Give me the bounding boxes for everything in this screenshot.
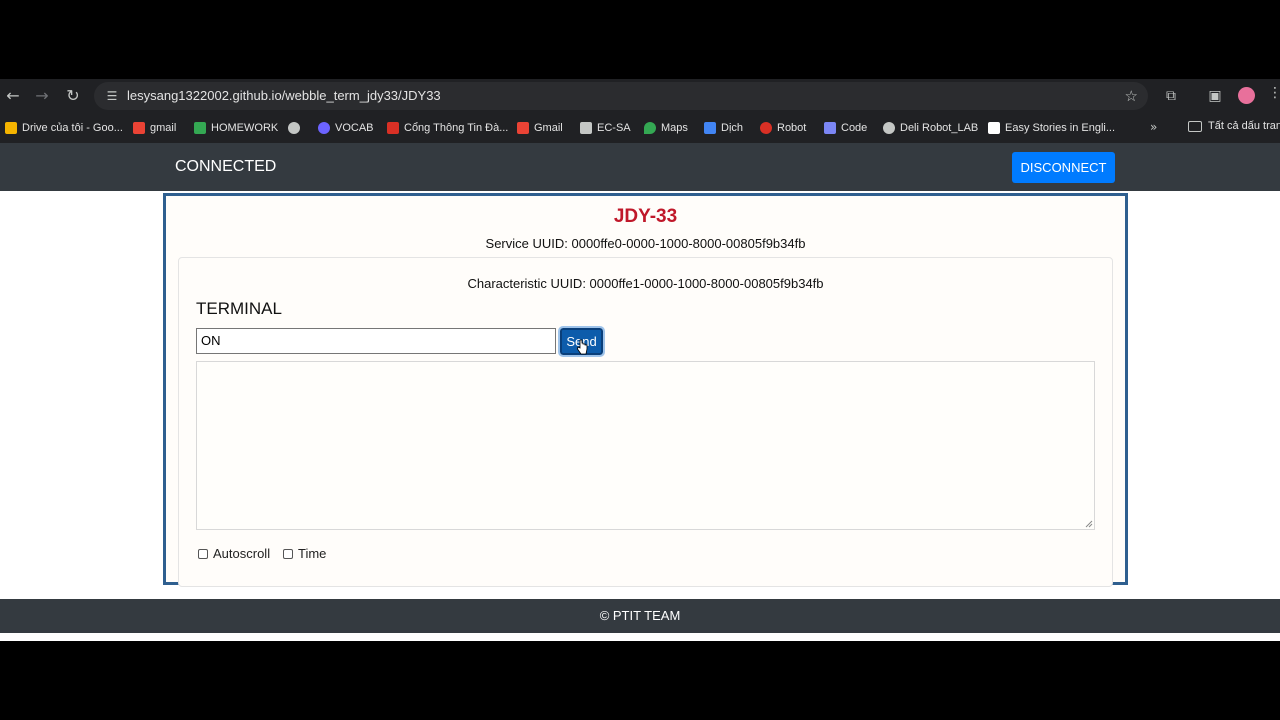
web-page: CONNECTED DISCONNECT JDY-33 Service UUID… bbox=[0, 143, 1280, 641]
terminal-output[interactable] bbox=[196, 361, 1095, 530]
time-checkbox[interactable] bbox=[283, 548, 293, 559]
url-text[interactable]: lesysang1322002.github.io/webble_term_jd… bbox=[127, 88, 441, 103]
bookmark-easy-stories[interactable]: Easy Stories in Engli... bbox=[988, 120, 1115, 136]
bookmark-gmail[interactable]: Gmail bbox=[517, 120, 563, 136]
bookmark-label: Drive của tôi - Goo... bbox=[22, 122, 123, 134]
navbar: CONNECTED DISCONNECT bbox=[0, 143, 1280, 191]
portal-icon bbox=[387, 122, 399, 134]
site-settings-icon[interactable]: ☰ bbox=[104, 88, 120, 104]
bookmark-label: HOMEWORK bbox=[211, 122, 279, 134]
bookmark-label: EC-SA bbox=[597, 122, 631, 134]
all-bookmarks-folder[interactable]: Tất cả dấu trang bbox=[1188, 120, 1280, 132]
bookmark-code[interactable]: Code bbox=[824, 120, 867, 136]
bookmark-label: Easy Stories in Engli... bbox=[1005, 122, 1116, 134]
folder-icon bbox=[1188, 120, 1202, 132]
gmail-icon bbox=[133, 122, 145, 134]
hand-cursor-icon bbox=[577, 339, 588, 355]
side-panel-icon[interactable]: ▣ bbox=[1204, 85, 1226, 107]
forward-icon[interactable]: → bbox=[31, 85, 53, 107]
autoscroll-checkbox[interactable] bbox=[198, 548, 208, 559]
extensions-icon[interactable]: ⧉ bbox=[1160, 85, 1182, 107]
vocab-icon bbox=[318, 122, 330, 134]
gmail-icon bbox=[517, 122, 529, 134]
device-name: JDY-33 bbox=[613, 206, 678, 227]
bookmark-ec-sa[interactable]: EC-SA bbox=[580, 120, 631, 136]
bookmark-vocab[interactable]: VOCAB bbox=[318, 120, 374, 136]
characteristic-uuid: Characteristic UUID: 0000ffe1-0000-1000-… bbox=[467, 276, 824, 291]
disconnect-button[interactable]: DISCONNECT bbox=[1012, 152, 1115, 183]
command-input[interactable]: ON bbox=[196, 328, 556, 354]
characteristic-panel: Characteristic UUID: 0000ffe1-0000-1000-… bbox=[178, 257, 1113, 587]
bookmark-deli-robot[interactable]: Deli Robot_LAB bbox=[883, 120, 978, 136]
globe-icon bbox=[288, 122, 300, 134]
more-bookmarks-icon[interactable]: » bbox=[1150, 120, 1157, 134]
connection-status: CONNECTED bbox=[175, 158, 277, 175]
browser-menu-icon[interactable]: ⋮ bbox=[1268, 85, 1280, 101]
reload-icon[interactable]: ↻ bbox=[62, 85, 84, 107]
bookmark-maps[interactable]: Maps bbox=[644, 120, 688, 136]
device-card: JDY-33 Service UUID: 0000ffe0-0000-1000-… bbox=[163, 193, 1128, 587]
browser-toolbar: ← → ↻ ☰ lesysang1322002.github.io/webble… bbox=[0, 79, 1280, 113]
footer: © PTIT TEAM bbox=[0, 599, 1280, 633]
resize-grip-icon[interactable] bbox=[1085, 520, 1093, 528]
bookmark-label: Robot bbox=[777, 122, 807, 134]
bookmark-label: Deli Robot_LAB bbox=[900, 122, 979, 134]
translate-icon bbox=[704, 122, 716, 134]
bookmark-star-icon[interactable]: ☆ bbox=[1125, 87, 1138, 105]
google-drive-icon bbox=[5, 122, 17, 134]
bookmark-label: Dịch bbox=[721, 122, 744, 134]
robot-icon bbox=[760, 122, 772, 134]
homework-icon bbox=[194, 122, 206, 134]
terminal-heading: TERMINAL bbox=[196, 299, 282, 318]
bookmark-homework[interactable]: HOMEWORK bbox=[194, 120, 278, 136]
bookmarks-bar: Drive của tôi - Goo... gmail HOMEWORK VO… bbox=[0, 113, 1280, 143]
bookmark-robot[interactable]: Robot bbox=[760, 120, 806, 136]
bookmark-globe[interactable] bbox=[288, 120, 300, 136]
bookmark-label: Code bbox=[841, 122, 868, 134]
time-option[interactable]: Time bbox=[283, 546, 326, 561]
profile-avatar[interactable] bbox=[1238, 87, 1255, 104]
bookmark-label: Cổng Thông Tin Đà... bbox=[404, 122, 509, 134]
service-uuid: Service UUID: 0000ffe0-0000-1000-8000-00… bbox=[485, 236, 806, 251]
time-label[interactable]: Time bbox=[298, 546, 326, 561]
bookmark-label: Maps bbox=[661, 122, 688, 134]
address-bar[interactable]: ☰ lesysang1322002.github.io/webble_term_… bbox=[94, 82, 1148, 110]
autoscroll-option[interactable]: Autoscroll bbox=[198, 546, 270, 561]
browser-window: ← → ↻ ☰ lesysang1322002.github.io/webble… bbox=[0, 79, 1280, 641]
stories-icon bbox=[988, 122, 1000, 134]
autoscroll-label[interactable]: Autoscroll bbox=[213, 546, 270, 561]
maps-icon bbox=[644, 122, 656, 134]
ec-sa-icon bbox=[580, 122, 592, 134]
bookmark-label: VOCAB bbox=[335, 122, 374, 134]
bookmark-label: Gmail bbox=[534, 122, 563, 134]
bookmark-drive[interactable]: Drive của tôi - Goo... bbox=[5, 120, 123, 136]
code-icon bbox=[824, 122, 836, 134]
bookmark-translate[interactable]: Dịch bbox=[704, 120, 743, 136]
bookmark-portal[interactable]: Cổng Thông Tin Đà... bbox=[387, 120, 508, 136]
bookmark-label: gmail bbox=[150, 122, 177, 134]
bookmark-gmail-lower[interactable]: gmail bbox=[133, 120, 176, 136]
all-bookmarks-label: Tất cả dấu trang bbox=[1208, 120, 1280, 132]
globe-icon bbox=[883, 122, 895, 134]
back-icon[interactable]: ← bbox=[2, 85, 24, 107]
